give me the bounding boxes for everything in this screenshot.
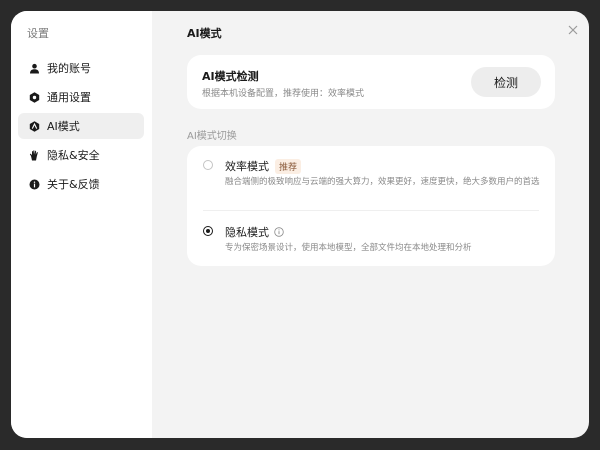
- sidebar-items: 我的账号 通用设置 AI模式 隐私&安全 关于&反馈: [18, 55, 144, 200]
- page-title: AI模式: [187, 27, 222, 40]
- main-panel: AI模式 AI模式检测 根据本机设备配置，推荐使用：效率模式 检测 AI模式切换…: [152, 11, 589, 438]
- hand-icon: [29, 149, 40, 161]
- ai-shield-icon: [29, 120, 40, 132]
- sidebar: 设置 我的账号 通用设置 AI模式 隐私&安全 关于&反馈: [11, 11, 152, 438]
- sidebar-item-ai-mode[interactable]: AI模式: [18, 113, 144, 139]
- efficiency-mode-title: 效率模式: [225, 160, 269, 173]
- ai-mode-detect-card: AI模式检测 根据本机设备配置，推荐使用：效率模式 检测: [187, 55, 555, 109]
- sidebar-title: 设置: [27, 27, 49, 40]
- close-icon[interactable]: [567, 21, 579, 35]
- detect-button[interactable]: 检测: [471, 67, 541, 97]
- efficiency-mode-option[interactable]: 效率模式 推荐 融合端侧的极致响应与云端的强大算力，效果更好，速度更快，绝大多数…: [187, 146, 555, 210]
- efficiency-mode-title-row: 效率模式 推荐: [225, 158, 302, 174]
- privacy-mode-title-row: 隐私模式: [225, 224, 284, 240]
- sidebar-item-account[interactable]: 我的账号: [18, 55, 144, 81]
- sidebar-item-label: 我的账号: [47, 62, 91, 75]
- efficiency-mode-radio[interactable]: [203, 160, 213, 170]
- privacy-mode-description: 专为保密场景设计，使用本地模型，全部文件均在本地处理和分析: [225, 243, 472, 253]
- recommended-badge: 推荐: [275, 158, 302, 174]
- sidebar-item-about[interactable]: 关于&反馈: [18, 171, 144, 197]
- sidebar-item-privacy[interactable]: 隐私&安全: [18, 142, 144, 168]
- info-icon: [29, 179, 40, 190]
- mode-switch-card: 效率模式 推荐 融合端侧的极致响应与云端的强大算力，效果更好，速度更快，绝大多数…: [187, 146, 555, 266]
- sidebar-item-general[interactable]: 通用设置: [18, 84, 144, 110]
- hexagon-settings-icon: [29, 91, 40, 103]
- user-icon: [29, 63, 40, 74]
- detect-description: 根据本机设备配置，推荐使用：效率模式: [202, 89, 365, 99]
- sidebar-item-label: 隐私&安全: [47, 149, 100, 162]
- privacy-mode-option[interactable]: 隐私模式 专为保密场景设计，使用本地模型，全部文件均在本地处理和分析: [187, 211, 555, 266]
- sidebar-item-label: 通用设置: [47, 91, 91, 104]
- efficiency-mode-description: 融合端侧的极致响应与云端的强大算力，效果更好，速度更快，绝大多数用户的首选: [225, 177, 540, 187]
- info-circle-icon[interactable]: [274, 227, 284, 237]
- privacy-mode-title: 隐私模式: [225, 226, 269, 239]
- settings-window: 设置 我的账号 通用设置 AI模式 隐私&安全 关于&反馈 AI模式 AI模式检…: [11, 11, 589, 438]
- mode-switch-section-label: AI模式切换: [187, 131, 237, 142]
- sidebar-item-label: 关于&反馈: [47, 178, 100, 191]
- detect-title: AI模式检测: [202, 70, 259, 83]
- sidebar-item-label: AI模式: [47, 120, 80, 133]
- privacy-mode-radio[interactable]: [203, 226, 213, 236]
